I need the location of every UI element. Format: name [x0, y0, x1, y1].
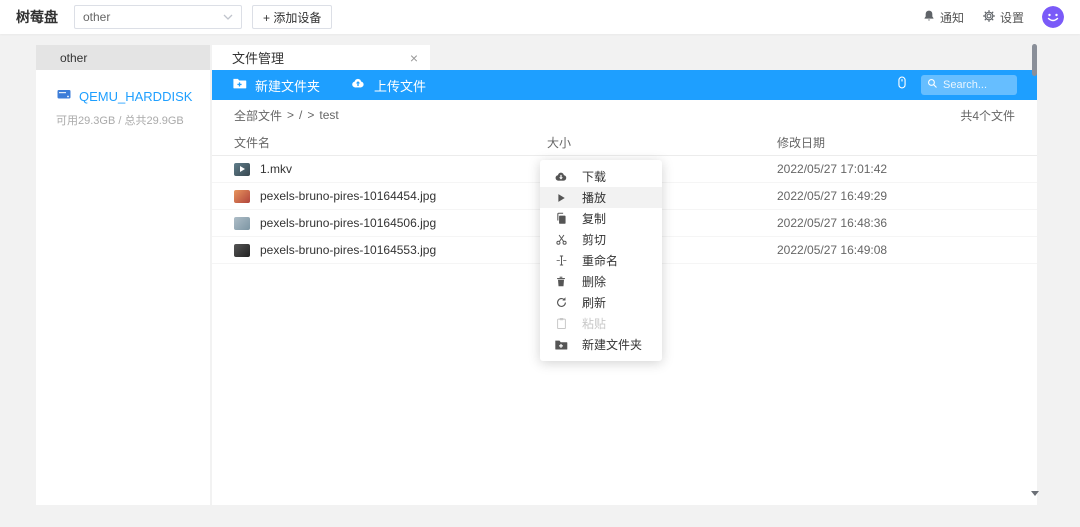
play-icon	[554, 191, 568, 205]
app-title: 树莓盘	[16, 9, 58, 25]
topbar: 树莓盘 other + 添加设备 通知 设置	[0, 0, 1080, 34]
cloud-download-icon	[554, 170, 568, 184]
cut-icon	[554, 233, 568, 247]
tab-close-icon[interactable]: ×	[410, 51, 418, 65]
breadcrumb-separator: >	[287, 108, 295, 122]
search-input[interactable]	[943, 79, 1009, 91]
avatar[interactable]	[1042, 6, 1064, 28]
menu-item-new-folder[interactable]: 新建文件夹	[540, 334, 662, 355]
sidebar-tab-other[interactable]: other	[36, 45, 210, 70]
menu-item-download[interactable]: 下载	[540, 166, 662, 187]
disk-name: QEMU_HARDDISK	[79, 89, 193, 104]
paste-icon	[554, 317, 568, 331]
image-file-icon	[234, 243, 250, 257]
chevron-down-icon	[223, 10, 233, 24]
file-name: 1.mkv	[260, 162, 293, 176]
video-file-icon	[234, 162, 250, 176]
menu-item-cut[interactable]: 剪切	[540, 229, 662, 250]
menu-item-label: 播放	[582, 191, 607, 205]
menu-item-label: 删除	[582, 275, 607, 289]
file-date: 2022/05/27 16:49:08	[777, 243, 888, 257]
scrollbar-thumb[interactable]	[1032, 44, 1037, 76]
file-date: 2022/05/27 16:49:29	[777, 189, 888, 203]
file-date: 2022/05/27 16:48:36	[777, 216, 888, 230]
file-name: pexels-bruno-pires-10164454.jpg	[260, 189, 437, 203]
menu-item-rename[interactable]: 重命名	[540, 250, 662, 271]
menu-item-label: 下载	[582, 170, 607, 184]
device-select-value: other	[83, 10, 111, 24]
file-name: pexels-bruno-pires-10164553.jpg	[260, 243, 437, 257]
app-page: 树莓盘 other + 添加设备 通知 设置 other QEMU_HARDDI…	[0, 0, 1080, 527]
scroll-down-arrow-icon[interactable]	[1031, 491, 1039, 496]
new-folder-icon	[554, 338, 568, 352]
menu-item-refresh[interactable]: 刷新	[540, 292, 662, 313]
menu-item-label: 刷新	[582, 296, 607, 310]
new-folder-button[interactable]: 新建文件夹	[232, 76, 320, 95]
image-file-icon	[234, 189, 250, 203]
breadcrumb-separator: >	[307, 108, 315, 122]
table-header: 文件名 大小 修改日期	[212, 130, 1037, 156]
menu-item-delete[interactable]: 删除	[540, 271, 662, 292]
header-size: 大小	[547, 136, 572, 150]
topbar-right: 通知 设置	[922, 6, 1064, 28]
upload-file-button[interactable]: 上传文件	[350, 76, 426, 95]
refresh-icon	[554, 296, 568, 310]
copy-icon	[554, 212, 568, 226]
breadcrumb-current[interactable]: test	[319, 108, 338, 122]
notifications-label: 通知	[939, 10, 964, 25]
rename-icon	[554, 254, 568, 268]
menu-item-copy[interactable]: 复制	[540, 208, 662, 229]
folder-plus-icon	[232, 76, 247, 94]
breadcrumb-path[interactable]: /	[299, 108, 302, 122]
breadcrumb: 全部文件 > / > test 共4个文件	[212, 100, 1037, 130]
scrollbar	[1031, 40, 1039, 498]
tab-label: 文件管理	[232, 51, 285, 66]
menu-item-label: 新建文件夹	[582, 338, 643, 352]
mouse-icon[interactable]	[895, 75, 909, 95]
menu-item-label: 复制	[582, 212, 607, 226]
add-device-button[interactable]: + 添加设备	[252, 5, 333, 29]
disk-item[interactable]: QEMU_HARDDISK 可用29.3GB / 总共29.9GB	[36, 70, 210, 128]
new-folder-label: 新建文件夹	[255, 78, 321, 94]
notifications-button[interactable]: 通知	[922, 9, 964, 26]
search-icon	[927, 76, 938, 94]
settings-label: 设置	[999, 10, 1024, 25]
gear-icon	[982, 9, 996, 26]
settings-button[interactable]: 设置	[982, 9, 1024, 26]
file-name: pexels-bruno-pires-10164506.jpg	[260, 216, 437, 230]
harddisk-icon	[56, 86, 72, 107]
menu-item-label: 重命名	[582, 254, 619, 268]
menu-item-label: 粘贴	[582, 317, 607, 331]
delete-icon	[554, 275, 568, 289]
file-toolbar: 新建文件夹 上传文件	[212, 70, 1037, 100]
toolbar-right	[895, 75, 1017, 95]
breadcrumb-root[interactable]: 全部文件	[234, 107, 282, 124]
device-select[interactable]: other	[74, 5, 242, 29]
search-box	[921, 75, 1017, 95]
image-file-icon	[234, 216, 250, 230]
sidebar: other QEMU_HARDDISK 可用29.3GB / 总共29.9GB	[36, 45, 210, 505]
disk-capacity: 可用29.3GB / 总共29.9GB	[56, 115, 184, 127]
menu-item-play[interactable]: 播放	[540, 187, 662, 208]
file-count: 共4个文件	[960, 108, 1015, 123]
header-modified: 修改日期	[777, 136, 826, 150]
bell-icon	[922, 9, 936, 26]
upload-file-label: 上传文件	[374, 78, 427, 94]
menu-item-paste: 粘贴	[540, 313, 662, 334]
context-menu: 下载 播放 复制 剪切 重命名 删除 刷新 粘贴 新建文件夹	[540, 160, 662, 361]
cloud-upload-icon	[350, 76, 366, 94]
menu-item-label: 剪切	[582, 233, 607, 247]
file-date: 2022/05/27 17:01:42	[777, 162, 888, 176]
header-filename: 文件名	[234, 136, 271, 150]
tab-file-manager[interactable]: 文件管理 ×	[212, 45, 430, 70]
